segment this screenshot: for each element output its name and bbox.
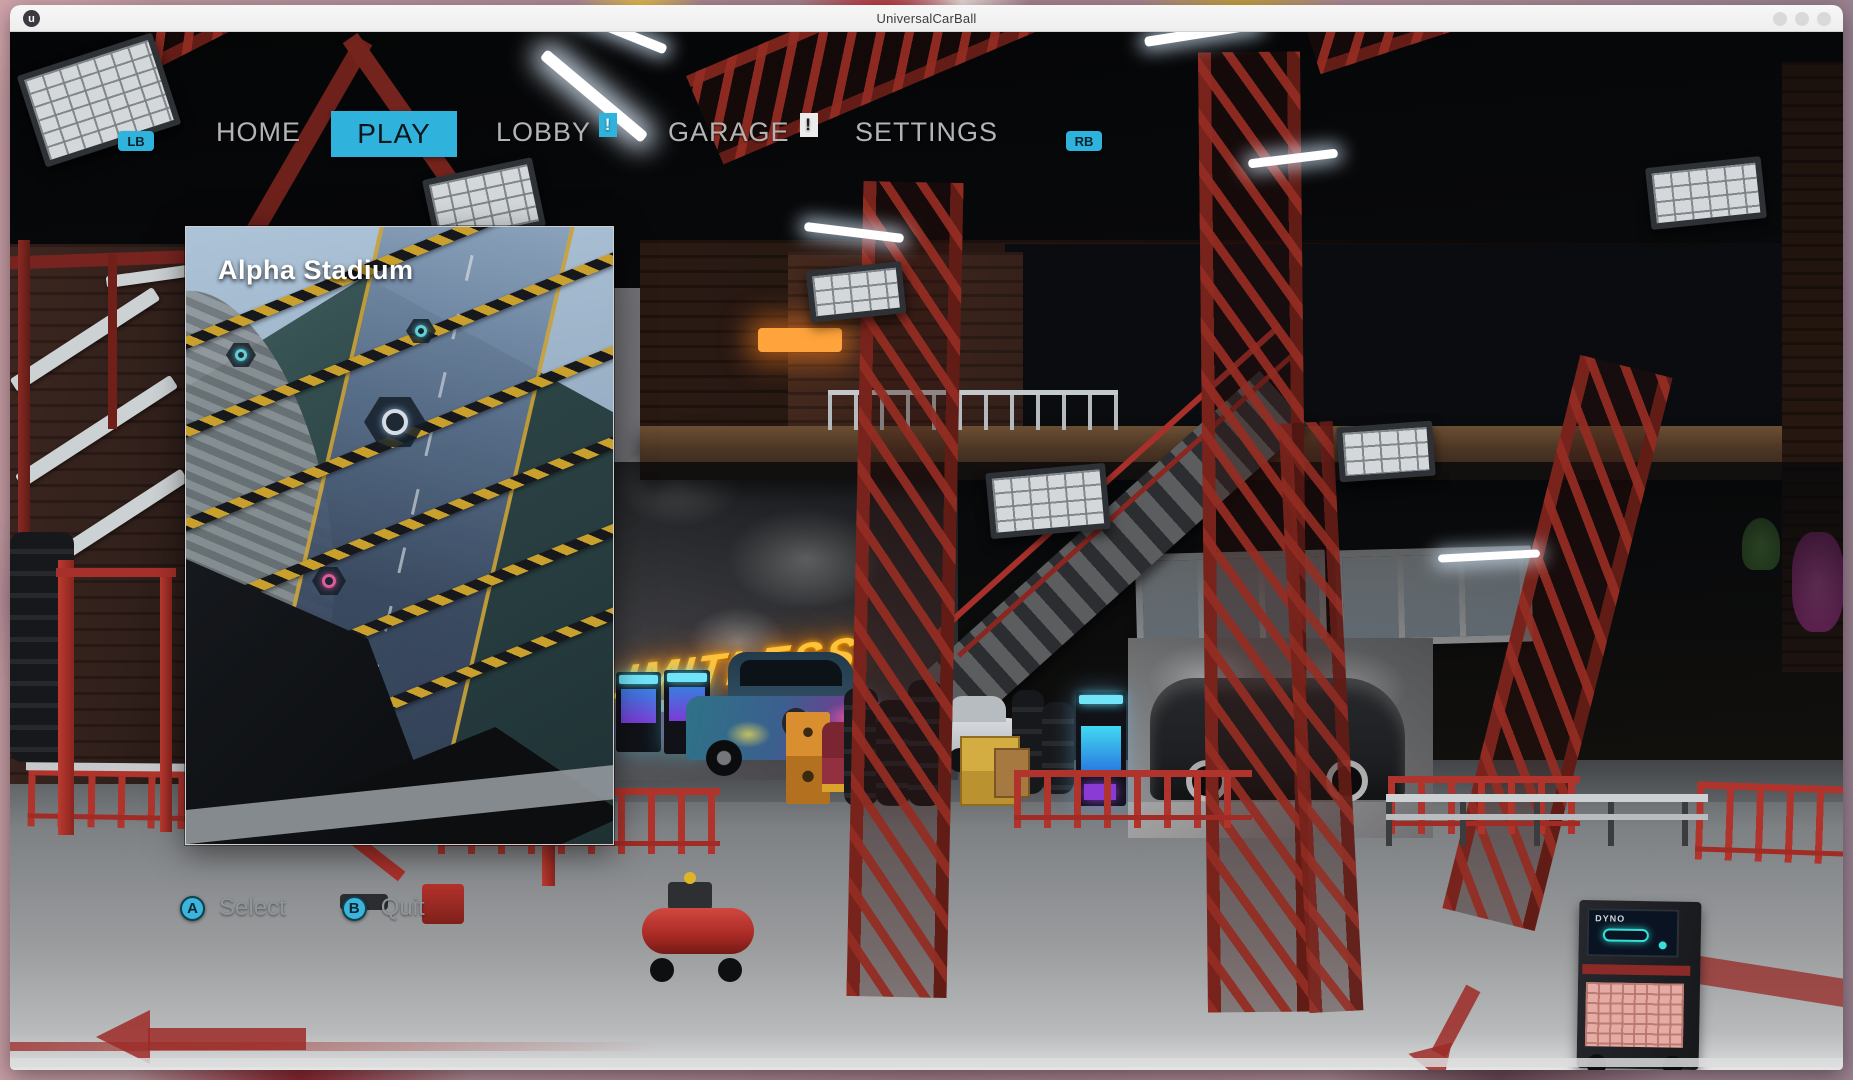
maximize-button[interactable] bbox=[1795, 12, 1809, 26]
scene-amber-light bbox=[758, 328, 842, 352]
window-titlebar[interactable]: u UniversalCarBall bbox=[10, 5, 1843, 32]
lift-post bbox=[58, 560, 74, 835]
dyno-label: DYNO bbox=[1595, 913, 1625, 924]
dyno-cart: DYNO bbox=[1577, 900, 1702, 1070]
minimize-button[interactable] bbox=[1773, 12, 1787, 26]
nav-item-settings[interactable]: SETTINGS bbox=[855, 117, 998, 148]
arcade-cabinet bbox=[616, 672, 661, 752]
notification-badge-garage: ! bbox=[800, 113, 818, 137]
button-b-icon[interactable]: B bbox=[342, 896, 367, 921]
window-title: UniversalCarBall bbox=[10, 11, 1843, 26]
map-title: Alpha Stadium bbox=[218, 255, 414, 286]
close-button[interactable] bbox=[1817, 12, 1831, 26]
nav-item-garage[interactable]: GARAGE ! bbox=[668, 117, 790, 148]
hint-select-label[interactable]: Select bbox=[219, 894, 286, 922]
app-window: u UniversalCarBall bbox=[10, 5, 1843, 1070]
map-preview-panel[interactable]: Alpha Stadium bbox=[185, 226, 614, 845]
rb-bumper-badge[interactable]: RB bbox=[1066, 131, 1102, 151]
nav-item-lobby[interactable]: LOBBY ! bbox=[496, 117, 591, 148]
nav-item-play[interactable]: PLAY bbox=[331, 111, 457, 157]
nav-item-home[interactable]: HOME bbox=[216, 117, 301, 148]
hint-quit-label[interactable]: Quit bbox=[381, 894, 425, 922]
floor-arrow bbox=[96, 1010, 150, 1064]
lb-bumper-badge[interactable]: LB bbox=[118, 131, 154, 151]
button-hints: A Select B Quit bbox=[180, 894, 425, 922]
notification-badge-lobby: ! bbox=[599, 113, 617, 137]
window-controls bbox=[1773, 12, 1831, 26]
gray-barrier bbox=[1386, 794, 1708, 846]
button-a-icon[interactable]: A bbox=[180, 896, 205, 921]
air-compressor bbox=[638, 876, 762, 982]
unreal-logo-icon: u bbox=[23, 10, 40, 27]
